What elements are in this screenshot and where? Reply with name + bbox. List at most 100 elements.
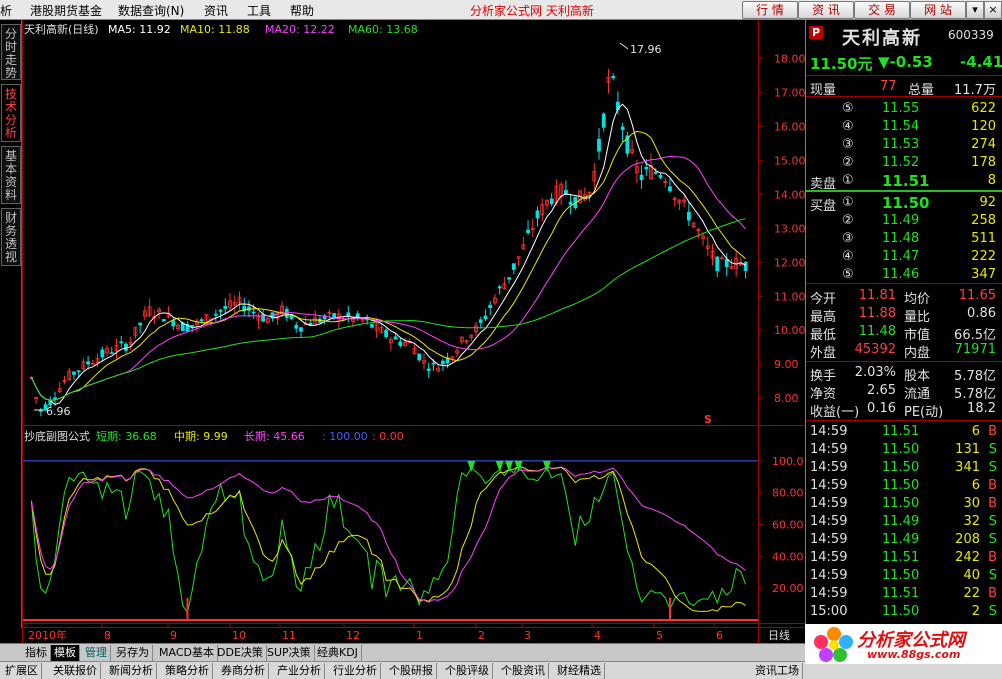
func-stock-news[interactable]: 个股资讯: [498, 663, 549, 679]
stat-value: 71971: [954, 342, 996, 357]
func-broker[interactable]: 券商分析: [218, 663, 269, 679]
tick-time: 14:59: [810, 478, 848, 493]
ask-row: ③ 11.53 274: [806, 136, 1002, 154]
bid-level: ④: [842, 249, 854, 264]
tick-time: 14:59: [810, 514, 848, 529]
s-marker: S: [704, 413, 712, 426]
price-tick-label: 12.00: [774, 256, 805, 269]
price-tick-label: 18.00: [774, 52, 805, 65]
x-tick-label: 2010年: [28, 628, 67, 642]
bid-row: ② 11.49 258: [806, 212, 1002, 230]
stat-value: 2.03%: [854, 365, 896, 380]
tick-time: 14:59: [810, 550, 848, 565]
stock-name: 天利高新: [842, 28, 922, 49]
bid-vol: 258: [971, 213, 996, 228]
tab-financial[interactable]: 财务透视: [1, 208, 21, 266]
func-research[interactable]: 个股研报: [386, 663, 437, 679]
menu-item-help[interactable]: 帮助: [290, 2, 314, 19]
tick-vol: 242: [955, 550, 980, 565]
stat-value: 45392: [854, 342, 896, 357]
minimize-icon[interactable]: ▾: [966, 1, 984, 19]
candle-body: [138, 322, 143, 326]
tick-side: S: [988, 514, 997, 529]
bid-row: ⑤ 11.46 347: [806, 266, 1002, 284]
func-strategy[interactable]: 策略分析: [162, 663, 213, 679]
tick-vol: 22: [963, 586, 980, 601]
tick-price: 11.49: [882, 532, 920, 547]
bid-level: ③: [842, 231, 854, 246]
tick-row: 15:00 11.50 2 S: [806, 603, 1002, 621]
tick-side: S: [988, 532, 997, 547]
tab-template[interactable]: 模板: [51, 645, 80, 661]
indicator-tick-label: 80.00: [772, 487, 804, 500]
menu-item-analysis[interactable]: 析: [0, 2, 12, 19]
tab-basic-info[interactable]: 基本资料: [1, 146, 21, 204]
quote-button[interactable]: 行 情: [742, 1, 798, 19]
func-industry[interactable]: 行业分析: [330, 663, 381, 679]
price-tick-label: 10.00: [774, 324, 805, 337]
func-industry-chain[interactable]: 产业分析: [274, 663, 325, 679]
menu-item-data-query[interactable]: 数据查询(N): [118, 2, 184, 19]
tab-technical[interactable]: 技术分析: [1, 84, 21, 142]
func-finance[interactable]: 财经精选: [554, 663, 605, 679]
tab-intraday[interactable]: 分时走势: [1, 24, 21, 80]
website-button[interactable]: 网 站: [910, 1, 966, 19]
tab-sup[interactable]: SUP决策: [264, 645, 315, 661]
bid-level: ②: [842, 213, 854, 228]
price-tick-label: 14.00: [774, 188, 805, 201]
tick-price: 11.49: [882, 514, 920, 529]
kline-chart[interactable]: 天利高新(日线) MA5: 11.92 MA10: 11.88 MA20: 12…: [22, 20, 805, 643]
stat-value: 0.16: [867, 401, 896, 416]
tab-financial-label: 财务透视: [4, 211, 17, 264]
trade-button[interactable]: 交 易: [854, 1, 910, 19]
tab-dde[interactable]: DDE决策: [214, 645, 267, 661]
func-rating[interactable]: 个股评级: [442, 663, 493, 679]
stat-label: PE(动): [904, 405, 944, 420]
tab-indicator[interactable]: 指标: [22, 645, 51, 661]
tick-row: 14:59 11.51 242 B: [806, 549, 1002, 567]
candle-body: [53, 397, 57, 400]
tick-vol: 208: [955, 532, 980, 547]
candle-body: [431, 362, 436, 365]
func-related[interactable]: 关联报价: [50, 663, 101, 679]
menu-item-news[interactable]: 资讯: [204, 2, 228, 19]
tab-macd[interactable]: MACD基本: [156, 645, 218, 661]
func-news[interactable]: 新闻分析: [106, 663, 157, 679]
bid-price: 11.49: [882, 213, 920, 228]
tab-kdj[interactable]: 经典KDJ: [314, 645, 362, 661]
x-tick-label: 9: [170, 629, 177, 642]
left-tabs: 分时走势 技术分析 基本资料 财务透视: [0, 20, 22, 628]
candle-body: [644, 166, 649, 170]
indicator-ref: : 100.00: [322, 430, 368, 443]
news-button[interactable]: 资 讯: [798, 1, 854, 19]
menu-item-tools[interactable]: 工具: [247, 2, 271, 19]
menu-item-hk-futures[interactable]: 港股期货基金: [30, 2, 102, 19]
close-icon[interactable]: ×: [984, 1, 1002, 19]
main-chart-title: 天利高新(日线): [24, 22, 99, 36]
bid-vol: 511: [971, 231, 996, 246]
price-tick-label: 15.00: [774, 154, 805, 167]
indicator-mid: 中期: 9.99: [174, 430, 228, 443]
candle-body: [251, 311, 256, 314]
stat-row: 今开 11.81 均价 11.65: [806, 287, 1002, 307]
func-info-workshop[interactable]: 资讯工场: [752, 663, 803, 679]
tick-side: B: [988, 496, 997, 511]
period-label[interactable]: 日线: [768, 628, 790, 642]
candle-body: [511, 263, 516, 270]
candle-body: [86, 361, 91, 365]
tick-side: B: [988, 424, 997, 439]
stat-value: 11.65: [958, 288, 996, 303]
x-tick-label: 6: [716, 629, 723, 642]
func-extend[interactable]: 扩展区: [2, 663, 42, 679]
candle-body: [668, 186, 672, 192]
tick-row: 14:59 11.49 208 S: [806, 531, 1002, 549]
tab-save-as[interactable]: 另存为: [113, 645, 153, 661]
candle-body: [653, 171, 658, 174]
tick-side: B: [988, 550, 997, 565]
tick-time: 15:00: [810, 604, 848, 619]
ma20-label: MA20: 12.22: [265, 23, 335, 36]
x-tick-label: 8: [104, 629, 111, 642]
ma60-label: MA60: 13.68: [348, 23, 418, 36]
tab-manage[interactable]: 管理: [82, 645, 111, 661]
tick-time: 14:59: [810, 568, 848, 583]
